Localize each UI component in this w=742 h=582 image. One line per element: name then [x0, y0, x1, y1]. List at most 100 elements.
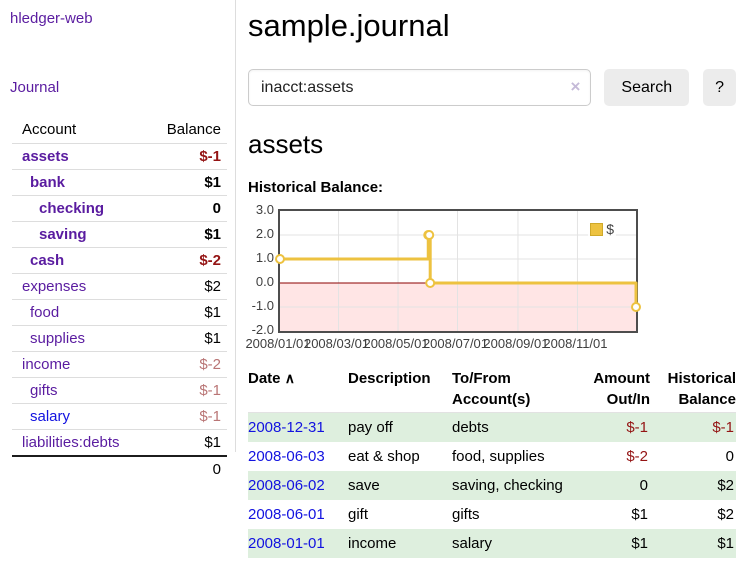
transaction-date-link[interactable]: 2008-12-31: [248, 419, 325, 436]
y-axis-tick: 2.0: [248, 226, 274, 241]
register-row: 2008-12-31 pay off debts $-1 $-1: [248, 413, 736, 443]
accounts-total-value: 0: [150, 456, 227, 482]
register-header-balance: Historical Balance: [650, 366, 736, 413]
account-balance: $-2: [150, 248, 227, 274]
account-row: saving $1: [12, 222, 227, 248]
sort-ascending-icon: ∧: [285, 370, 295, 386]
transaction-accounts: debts: [452, 413, 572, 443]
account-row: assets $-1: [12, 144, 227, 170]
legend-swatch-icon: [590, 223, 603, 236]
chart-title: Historical Balance:: [248, 179, 736, 196]
register-header-row: Date ∧ Description To/From Account(s) Am…: [248, 366, 736, 413]
account-link-assets[interactable]: assets: [22, 147, 69, 166]
account-link-expenses[interactable]: expenses: [22, 277, 86, 296]
legend-label: $: [606, 221, 614, 237]
x-axis-tick: 2008/07/01: [423, 336, 489, 351]
account-link-salary[interactable]: salary: [30, 407, 70, 426]
account-balance: $-2: [150, 352, 227, 378]
account-row: bank $1: [12, 170, 227, 196]
account-row: gifts $-1: [12, 378, 227, 404]
transaction-description: pay off: [348, 413, 452, 443]
account-balance: $1: [150, 430, 227, 457]
transaction-accounts: food, supplies: [452, 442, 572, 471]
account-balance: $-1: [150, 404, 227, 430]
x-axis-tick: 2008/05/01: [363, 336, 429, 351]
transaction-description: income: [348, 529, 452, 558]
account-link-income[interactable]: income: [22, 355, 70, 374]
transaction-balance: $2: [650, 471, 736, 500]
y-axis-tick: 3.0: [248, 202, 274, 217]
historical-balance-chart: 3.02.01.00.0-1.0-2.0 $ 2008/01/012008/03…: [248, 205, 640, 350]
data-point-marker: [632, 303, 640, 311]
transaction-balance: $-1: [650, 413, 736, 443]
accounts-header-balance: Balance: [150, 118, 227, 144]
account-row: income $-2: [12, 352, 227, 378]
account-balance: $1: [150, 222, 227, 248]
transaction-date-link[interactable]: 2008-06-01: [248, 506, 325, 523]
x-axis-tick: 2008/11/01: [542, 336, 608, 351]
transaction-balance: $2: [650, 500, 736, 529]
account-row: food $1: [12, 300, 227, 326]
register-row: 2008-06-03 eat & shop food, supplies $-2…: [248, 442, 736, 471]
help-button[interactable]: ?: [703, 69, 736, 106]
register-row: 2008-06-02 save saving, checking 0 $2: [248, 471, 736, 500]
chart-canvas: [280, 211, 636, 331]
account-balance: $-1: [150, 144, 227, 170]
transaction-description: gift: [348, 500, 452, 529]
transaction-description: eat & shop: [348, 442, 452, 471]
transaction-date-link[interactable]: 2008-06-02: [248, 477, 325, 494]
search-bar: × Search ?: [248, 69, 736, 106]
account-link-cash[interactable]: cash: [30, 251, 64, 270]
register-header-description: Description: [348, 366, 452, 413]
account-row: supplies $1: [12, 326, 227, 352]
search-input[interactable]: [248, 69, 591, 106]
transaction-description: save: [348, 471, 452, 500]
register-header-date[interactable]: Date ∧: [248, 366, 348, 413]
x-axis-tick: 2008/09/01: [483, 336, 549, 351]
y-axis-tick: -2.0: [248, 322, 274, 337]
transaction-date-link[interactable]: 2008-06-03: [248, 448, 325, 465]
account-link-supplies[interactable]: supplies: [30, 329, 85, 348]
accounts-header-row: Account Balance: [12, 118, 227, 144]
brand-link[interactable]: hledger-web: [10, 10, 235, 27]
register-header-account: To/From Account(s): [452, 366, 572, 413]
nav-journal-link[interactable]: Journal: [10, 79, 235, 96]
account-link-bank[interactable]: bank: [30, 173, 65, 192]
y-axis-tick: 0.0: [248, 274, 274, 289]
main-content: sample.journal × Search ? assets Histori…: [248, 0, 736, 558]
chart-plot-area: $: [278, 209, 638, 333]
clear-search-icon[interactable]: ×: [570, 77, 580, 97]
account-link-saving[interactable]: saving: [39, 225, 87, 244]
y-axis-tick: -1.0: [248, 298, 274, 313]
account-balance: $1: [150, 170, 227, 196]
account-link-checking[interactable]: checking: [39, 199, 104, 218]
account-row: expenses $2: [12, 274, 227, 300]
x-axis-tick: 2008/01/01: [245, 336, 311, 351]
x-axis-tick: 2008/03/01: [304, 336, 370, 351]
account-heading: assets: [248, 129, 736, 160]
register-row: 2008-06-01 gift gifts $1 $2: [248, 500, 736, 529]
account-balance: 0: [150, 196, 227, 222]
account-link-food[interactable]: food: [30, 303, 59, 322]
account-balance: $1: [150, 326, 227, 352]
transaction-amount: $-1: [572, 413, 650, 443]
transaction-date-link[interactable]: 2008-01-01: [248, 535, 325, 552]
account-balance: $2: [150, 274, 227, 300]
account-link-gifts[interactable]: gifts: [30, 381, 58, 400]
page-title: sample.journal: [248, 8, 736, 44]
search-button[interactable]: Search: [604, 69, 689, 106]
account-row: salary $-1: [12, 404, 227, 430]
data-point-marker: [276, 255, 284, 263]
account-row: cash $-2: [12, 248, 227, 274]
transaction-accounts: saving, checking: [452, 471, 572, 500]
transaction-accounts: gifts: [452, 500, 572, 529]
register-table: Date ∧ Description To/From Account(s) Am…: [248, 366, 736, 558]
register-row: 2008-01-01 income salary $1 $1: [248, 529, 736, 558]
transaction-amount: 0: [572, 471, 650, 500]
account-link-liabilities-debts[interactable]: liabilities:debts: [22, 433, 120, 452]
data-point-marker: [425, 231, 433, 239]
chart-legend: $: [588, 220, 616, 238]
accounts-total-row: 0: [12, 456, 227, 482]
transaction-amount: $1: [572, 500, 650, 529]
transaction-balance: $1: [650, 529, 736, 558]
